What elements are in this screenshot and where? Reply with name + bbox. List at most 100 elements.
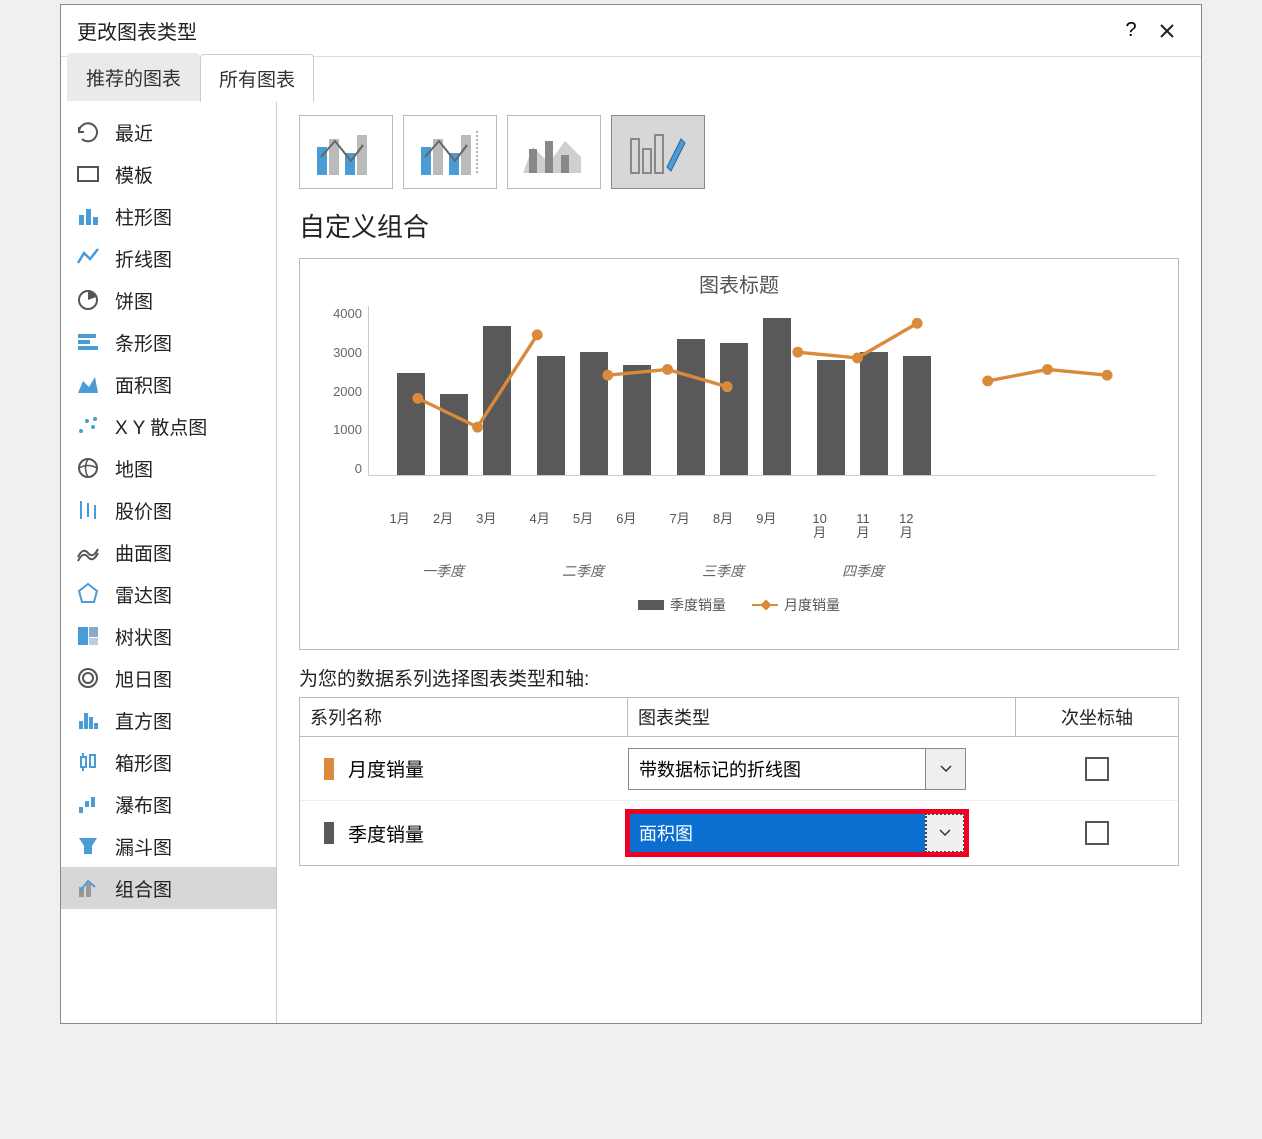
tab-all-charts[interactable]: 所有图表 [200, 54, 314, 102]
sidebar-item-combo[interactable]: 组合图 [61, 867, 276, 909]
sidebar-item-label: 树状图 [115, 623, 172, 650]
series-prompt: 为您的数据系列选择图表类型和轴: [299, 664, 1179, 691]
series-name-text: 月度销量 [348, 755, 424, 782]
legend-bar: 季度销量 [638, 595, 726, 615]
bar [903, 356, 931, 475]
bar [720, 343, 748, 475]
sidebar-item-label: X Y 散点图 [115, 413, 207, 440]
sidebar-item-surface[interactable]: 曲面图 [61, 531, 276, 573]
subtype-row [299, 115, 1179, 189]
combo-subtype-3[interactable] [507, 115, 601, 189]
sidebar-item-stock[interactable]: 股价图 [61, 489, 276, 531]
sidebar-item-label: 模板 [115, 161, 153, 188]
sidebar-item-scatter[interactable]: X Y 散点图 [61, 405, 276, 447]
sidebar-item-map[interactable]: 地图 [61, 447, 276, 489]
bar [860, 352, 888, 475]
series-type-cell: 面积图 [628, 812, 1016, 854]
bar [483, 326, 511, 475]
series-name-cell: 月度销量 [300, 755, 628, 782]
sidebar-item-funnel[interactable]: 漏斗图 [61, 825, 276, 867]
sidebar-item-bar[interactable]: 条形图 [61, 321, 276, 363]
chart-type-dropdown[interactable]: 带数据标记的折线图 [628, 748, 966, 790]
bar-group [529, 352, 659, 475]
preview-chart-title: 图表标题 [322, 269, 1156, 298]
sidebar-item-recent[interactable]: 最近 [61, 111, 276, 153]
sidebar-item-label: 旭日图 [115, 665, 172, 692]
swatch-line-icon [752, 600, 778, 610]
sidebar-item-label: 最近 [115, 119, 153, 146]
secondary-axis-cell [1016, 757, 1178, 781]
combo-subtype-1[interactable] [299, 115, 393, 189]
secondary-axis-checkbox[interactable] [1085, 757, 1109, 781]
combo-custom-icon [623, 127, 693, 177]
combo-icon [75, 875, 101, 901]
treemap-icon [75, 623, 101, 649]
sidebar-item-label: 组合图 [115, 875, 172, 902]
sidebar-item-sunburst[interactable]: 旭日图 [61, 657, 276, 699]
x-axis-months: 1月2月3月4月5月6月7月8月9月10 月11 月12 月 [368, 512, 1156, 541]
sidebar-item-label: 雷达图 [115, 581, 172, 608]
bar-group [389, 326, 519, 475]
chart-type-dropdown[interactable]: 面积图 [628, 812, 966, 854]
sidebar-item-histogram[interactable]: 直方图 [61, 699, 276, 741]
surface-icon [75, 539, 101, 565]
bar [580, 352, 608, 475]
bar [763, 318, 791, 475]
sidebar-item-label: 箱形图 [115, 749, 172, 776]
sidebar-item-label: 条形图 [115, 329, 172, 356]
bar-group [809, 352, 939, 475]
sunburst-icon [75, 665, 101, 691]
swatch-bar-icon [638, 600, 664, 610]
legend-line: 月度销量 [752, 595, 840, 615]
bar [817, 360, 845, 475]
close-icon [1159, 23, 1175, 39]
chart-category-sidebar: 最近模板柱形图折线图饼图条形图面积图 X Y 散点图地图股价图曲面图雷达图树状图旭… [61, 101, 277, 1023]
main-panel: 自定义组合 图表标题 40003000200010000 1月2月3月4月5月6… [277, 101, 1201, 1023]
header-series-name: 系列名称 [300, 698, 628, 736]
sidebar-item-boxplot[interactable]: 箱形图 [61, 741, 276, 783]
sidebar-item-label: 直方图 [115, 707, 172, 734]
sidebar-item-pie[interactable]: 饼图 [61, 279, 276, 321]
chevron-down-icon [925, 749, 965, 789]
sidebar-item-label: 面积图 [115, 371, 172, 398]
sidebar-item-column[interactable]: 柱形图 [61, 195, 276, 237]
sidebar-item-label: 瀑布图 [115, 791, 172, 818]
sidebar-item-area[interactable]: 面积图 [61, 363, 276, 405]
x-axis-quarters: 一季度二季度三季度四季度 [368, 561, 1156, 581]
series-row: 月度销量 带数据标记的折线图 [300, 737, 1178, 801]
sidebar-item-radar[interactable]: 雷达图 [61, 573, 276, 615]
dropdown-value: 面积图 [629, 813, 925, 853]
secondary-axis-checkbox[interactable] [1085, 821, 1109, 845]
series-type-cell: 带数据标记的折线图 [628, 748, 1016, 790]
histogram-icon [75, 707, 101, 733]
sidebar-item-label: 漏斗图 [115, 833, 172, 860]
tab-recommended[interactable]: 推荐的图表 [67, 53, 200, 101]
sidebar-item-treemap[interactable]: 树状图 [61, 615, 276, 657]
sidebar-item-label: 股价图 [115, 497, 172, 524]
combo-subtype-custom[interactable] [611, 115, 705, 189]
pie-icon [75, 287, 101, 313]
combo-icon-3 [519, 127, 589, 177]
map-icon [75, 455, 101, 481]
tab-strip: 推荐的图表 所有图表 [61, 57, 1201, 101]
sidebar-item-waterfall[interactable]: 瀑布图 [61, 783, 276, 825]
section-title: 自定义组合 [299, 207, 1179, 244]
close-button[interactable] [1149, 13, 1185, 49]
chevron-down-icon [925, 813, 965, 853]
sidebar-item-label: 地图 [115, 455, 153, 482]
waterfall-icon [75, 791, 101, 817]
header-secondary-axis: 次坐标轴 [1016, 698, 1178, 736]
column-icon [75, 203, 101, 229]
legend: 季度销量 月度销量 [322, 595, 1156, 615]
bar-group [669, 318, 799, 475]
combo-icon-2 [415, 127, 485, 177]
recent-icon [75, 119, 101, 145]
combo-subtype-2[interactable] [403, 115, 497, 189]
sidebar-item-label: 折线图 [115, 245, 172, 272]
sidebar-item-template[interactable]: 模板 [61, 153, 276, 195]
plot-area [368, 306, 1156, 476]
series-row: 季度销量面积图 [300, 801, 1178, 865]
change-chart-type-dialog: 更改图表类型 ? 推荐的图表 所有图表 最近模板柱形图折线图饼图条形图面积图X … [60, 4, 1202, 1024]
help-button[interactable]: ? [1113, 13, 1149, 49]
sidebar-item-line[interactable]: 折线图 [61, 237, 276, 279]
